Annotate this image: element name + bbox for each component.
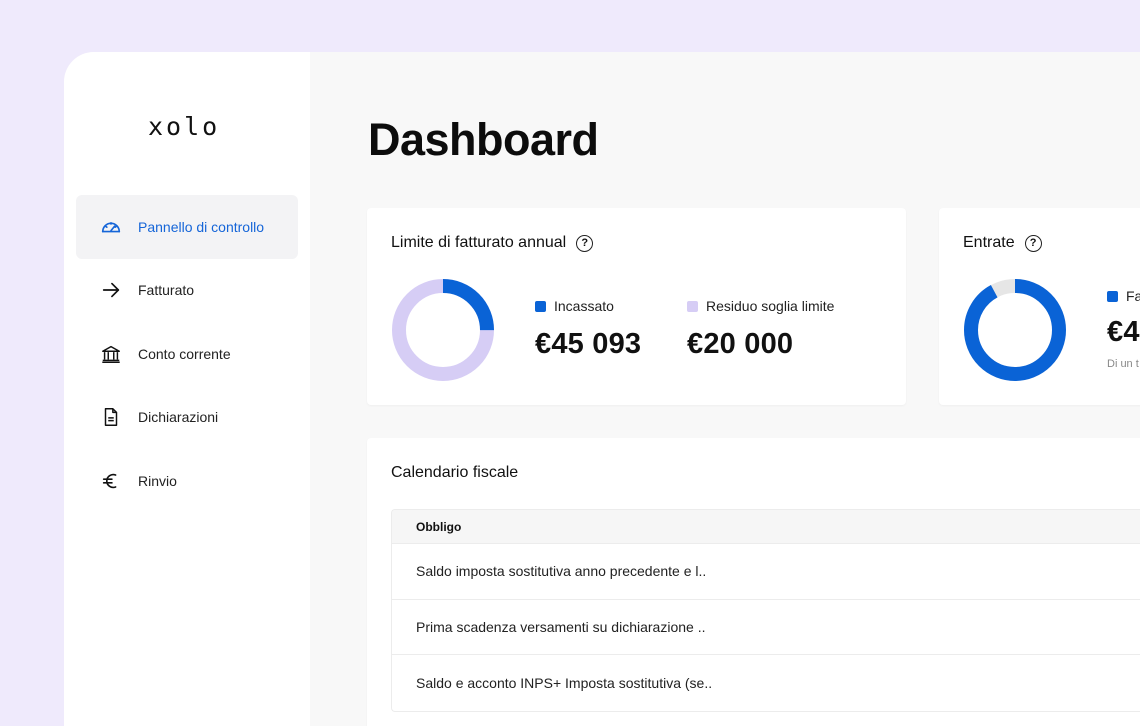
main-content: Dashboard Limite di fatturato annual ? I… — [310, 52, 1140, 726]
remaining-amount: €20 000 — [687, 328, 794, 360]
legend-incassato: Incassato — [535, 298, 614, 314]
table-header: Obbligo — [392, 510, 1140, 544]
legend-residuo: Residuo soglia limite — [687, 298, 834, 314]
table-cell: Saldo imposta sostitutiva anno precedent… — [416, 563, 707, 580]
sidebar-item-label: Conto corrente — [138, 345, 231, 362]
legend-label: Incassato — [554, 298, 614, 314]
sidebar-item-dichiarazioni[interactable]: Dichiarazioni — [76, 385, 298, 449]
income-amount: €4 — [1107, 316, 1140, 348]
table-row[interactable]: Saldo e acconto INPS+ Imposta sostitutiv… — [392, 655, 1140, 711]
card-title-text: Entrate — [963, 234, 1015, 251]
speedometer-icon — [100, 216, 122, 238]
obligations-table: Obbligo Saldo imposta sostitutiva anno p… — [391, 509, 1140, 712]
income-card: Entrate ? Fa €4 Di un t — [939, 208, 1140, 405]
table-row[interactable]: Saldo imposta sostitutiva anno precedent… — [392, 544, 1140, 600]
xolo-logo: xolo — [148, 112, 221, 141]
sidebar-item-label: Rinvio — [138, 472, 177, 489]
euro-icon — [100, 470, 122, 492]
legend-label: Fa — [1126, 288, 1140, 304]
sidebar-nav: Pannello di controllo Fatturato Conto co… — [76, 195, 298, 512]
revenue-donut-chart — [392, 279, 494, 381]
table-cell: Prima scadenza versamenti su dichiarazio… — [416, 618, 706, 635]
sidebar-item-label: Dichiarazioni — [138, 409, 219, 426]
sidebar-item-conto-corrente[interactable]: Conto corrente — [76, 322, 298, 386]
legend-swatch — [1107, 290, 1118, 302]
sidebar-item-fatturato[interactable]: Fatturato — [76, 258, 298, 322]
income-donut-chart — [964, 279, 1066, 381]
sidebar-item-label: Fatturato — [138, 282, 195, 299]
card-title-text: Calendario fiscale — [391, 464, 519, 481]
tax-calendar-card: Calendario fiscale Obbligo Saldo imposta… — [367, 438, 1140, 726]
card-title: Limite di fatturato annual ? — [391, 234, 594, 252]
income-subtitle: Di un t — [1107, 358, 1139, 370]
table-cell: Saldo e acconto INPS+ Imposta sostitutiv… — [416, 674, 713, 691]
sidebar-item-pannello-di-controllo[interactable]: Pannello di controllo — [76, 195, 298, 259]
collected-amount: €45 093 — [535, 328, 642, 360]
arrow-right-icon — [100, 279, 122, 301]
column-header-obbligo: Obbligo — [416, 519, 462, 534]
legend-swatch — [535, 300, 546, 312]
sidebar-item-rinvio[interactable]: Rinvio — [76, 449, 298, 513]
app-window: xolo Pannello di controllo Fatturato Con… — [64, 52, 1140, 726]
card-title-text: Limite di fatturato annual — [391, 234, 567, 251]
card-title: Calendario fiscale — [391, 464, 518, 482]
legend-swatch — [687, 300, 698, 312]
sidebar-item-label: Pannello di controllo — [138, 219, 265, 235]
document-icon — [100, 406, 122, 428]
card-title: Entrate ? — [963, 234, 1042, 252]
page-title: Dashboard — [368, 114, 599, 165]
help-icon[interactable]: ? — [1024, 234, 1042, 252]
legend-label: Residuo soglia limite — [706, 298, 835, 314]
sidebar: xolo Pannello di controllo Fatturato Con… — [64, 52, 310, 726]
legend-income: Fa — [1107, 288, 1140, 304]
revenue-limit-card: Limite di fatturato annual ? Incassato €… — [367, 208, 906, 405]
table-row[interactable]: Prima scadenza versamenti su dichiarazio… — [392, 600, 1140, 655]
help-icon[interactable]: ? — [576, 234, 594, 252]
donut-income-segment — [964, 279, 1066, 381]
bank-icon — [100, 343, 122, 365]
